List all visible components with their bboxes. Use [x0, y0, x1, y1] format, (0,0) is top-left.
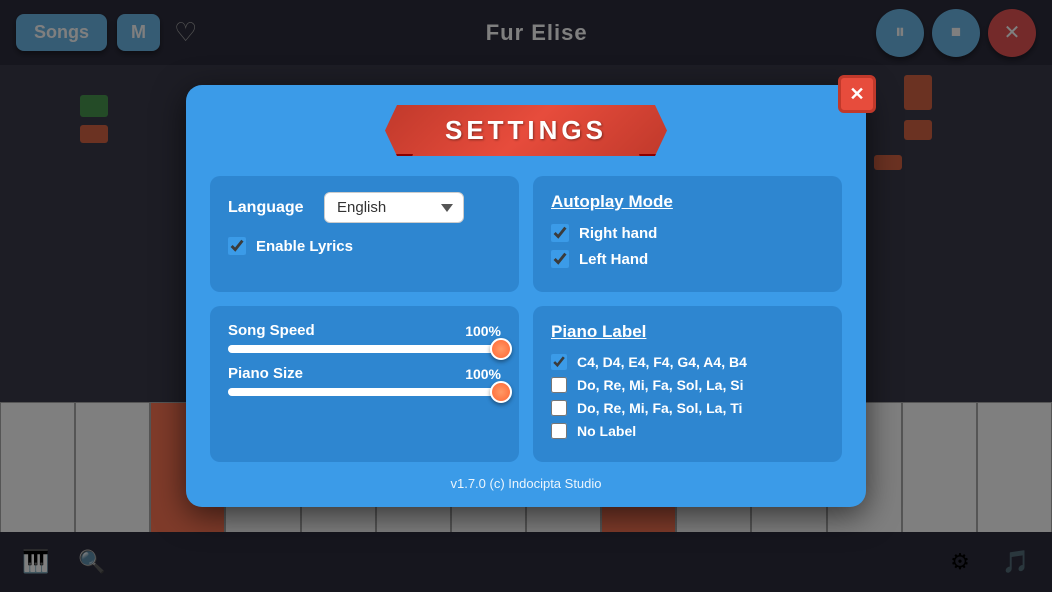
- piano-label-text-3: No Label: [577, 423, 636, 439]
- piano-label-checkbox-3[interactable]: [551, 423, 567, 439]
- song-speed-label-row: Song Speed 100%: [228, 322, 501, 339]
- right-hand-checkbox[interactable]: [551, 224, 569, 242]
- song-speed-fill: [228, 345, 501, 353]
- piano-label-option-3: No Label: [551, 423, 824, 439]
- settings-title: SETTINGS: [385, 105, 667, 156]
- left-hand-checkbox[interactable]: [551, 250, 569, 268]
- piano-size-fill: [228, 388, 501, 396]
- settings-modal: ✕ SETTINGS Language English Spanish Fren…: [186, 85, 866, 507]
- piano-size-track: [228, 388, 501, 396]
- close-icon: ✕: [849, 84, 864, 105]
- piano-label-panel: Piano Label C4, D4, E4, F4, G4, A4, B4 D…: [533, 306, 842, 462]
- piano-size-value: 100%: [465, 366, 501, 382]
- song-speed-thumb[interactable]: [490, 338, 512, 360]
- piano-size-label: Piano Size: [228, 365, 303, 382]
- right-hand-label: Right hand: [579, 225, 657, 242]
- language-label: Language: [228, 199, 308, 217]
- language-panel: Language English Spanish French German E…: [210, 176, 519, 292]
- enable-lyrics-checkbox[interactable]: [228, 237, 246, 255]
- language-select[interactable]: English Spanish French German: [324, 192, 464, 223]
- piano-label-text-0: C4, D4, E4, F4, G4, A4, B4: [577, 354, 747, 370]
- song-speed-track: [228, 345, 501, 353]
- enable-lyrics-label: Enable Lyrics: [256, 238, 353, 255]
- autoplay-panel: Autoplay Mode Right hand Left Hand: [533, 176, 842, 292]
- piano-size-label-row: Piano Size 100%: [228, 365, 501, 382]
- piano-label-text-2: Do, Re, Mi, Fa, Sol, La, Ti: [577, 400, 742, 416]
- piano-label-title: Piano Label: [551, 322, 824, 342]
- settings-footer: v1.7.0 (c) Indocipta Studio: [210, 476, 842, 491]
- language-row: Language English Spanish French German: [228, 192, 501, 223]
- song-speed-label: Song Speed: [228, 322, 315, 339]
- autoplay-title: Autoplay Mode: [551, 192, 824, 212]
- piano-label-checkbox-0[interactable]: [551, 354, 567, 370]
- speed-size-panel: Song Speed 100% Piano Size 100%: [210, 306, 519, 462]
- left-hand-row: Left Hand: [551, 250, 824, 268]
- left-hand-label: Left Hand: [579, 251, 648, 268]
- piano-label-option-2: Do, Re, Mi, Fa, Sol, La, Ti: [551, 400, 824, 416]
- song-speed-value: 100%: [465, 323, 501, 339]
- settings-banner: SETTINGS: [210, 105, 842, 156]
- piano-label-option-0: C4, D4, E4, F4, G4, A4, B4: [551, 354, 824, 370]
- song-speed-section: Song Speed 100%: [228, 322, 501, 353]
- piano-size-thumb[interactable]: [490, 381, 512, 403]
- piano-label-checkbox-2[interactable]: [551, 400, 567, 416]
- piano-size-section: Piano Size 100%: [228, 365, 501, 396]
- settings-grid: Language English Spanish French German E…: [210, 176, 842, 462]
- settings-close-button[interactable]: ✕: [838, 75, 876, 113]
- piano-label-option-1: Do, Re, Mi, Fa, Sol, La, Si: [551, 377, 824, 393]
- piano-label-text-1: Do, Re, Mi, Fa, Sol, La, Si: [577, 377, 743, 393]
- piano-label-checkbox-1[interactable]: [551, 377, 567, 393]
- enable-lyrics-row: Enable Lyrics: [228, 237, 501, 255]
- right-hand-row: Right hand: [551, 224, 824, 242]
